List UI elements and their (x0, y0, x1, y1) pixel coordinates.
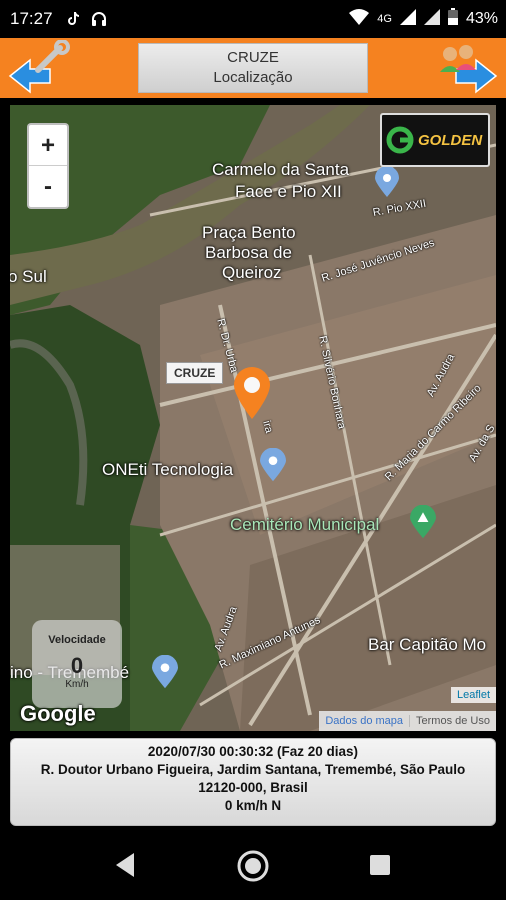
speed-value: 0 (70, 653, 84, 678)
signal-icon-2 (423, 8, 440, 30)
google-logo: Google (20, 701, 96, 726)
settings-back-button[interactable] (4, 39, 74, 96)
network-type: 4G (377, 13, 392, 25)
users-forward-icon (440, 45, 498, 94)
status-time: 17:27 (10, 9, 53, 28)
status-right: 4G 43% (349, 0, 498, 38)
label-cemiterio: Cemitério Municipal (230, 515, 380, 534)
screen-title: Localização (213, 69, 293, 86)
android-nav-bar (0, 834, 506, 900)
speed-unit: Km/h (65, 679, 89, 690)
golden-logo: GOLDEN (380, 113, 490, 167)
info-address-line2: 12120-000, Brasil (198, 780, 308, 795)
wifi-icon (349, 8, 370, 30)
location-info-panel: 2020/07/30 00:30:32 (Faz 20 dias) R. Dou… (10, 738, 496, 826)
speed-gauge: Velocidade 0 Km/h (32, 620, 122, 708)
label-p-sul: o Sul (10, 267, 47, 286)
info-address-line1: R. Doutor Urbano Figueira, Jardim Santan… (40, 762, 466, 777)
app-header: CRUZE Localização (0, 38, 506, 98)
vehicle-tag[interactable]: CRUZE (166, 362, 224, 384)
cemetery-marker-icon[interactable] (410, 505, 436, 539)
speed-label: Velocidade (48, 634, 106, 646)
leaflet-link[interactable]: Leaflet (450, 687, 496, 703)
place-marker-icon[interactable] (375, 167, 399, 197)
map-data-link[interactable]: Dados do mapa (319, 715, 409, 727)
headset-icon (91, 11, 107, 27)
title-box: CRUZE Localização (138, 43, 368, 93)
place-marker-icon[interactable] (260, 448, 286, 482)
zoom-in-button[interactable]: + (29, 125, 67, 166)
info-speed-heading: 0 km/h N (224, 798, 282, 813)
label-praca-1: Praça Bento (202, 223, 296, 242)
zoom-out-button[interactable]: - (29, 166, 67, 207)
battery-icon (447, 8, 458, 30)
tiktok-icon (67, 11, 81, 27)
battery-percent: 43% (465, 10, 498, 27)
map-attribution: Dados do mapa Termos de Uso (319, 711, 496, 731)
home-circle-icon[interactable] (236, 849, 270, 883)
recents-square-icon[interactable] (368, 853, 392, 877)
label-praca-2: Barbosa de (205, 243, 292, 262)
zoom-control: + - (27, 123, 69, 209)
terms-link[interactable]: Termos de Uso (409, 715, 496, 727)
golden-logo-text: GOLDEN (418, 132, 483, 149)
status-bar: 17:27 4G 43% (0, 0, 506, 38)
place-marker-icon[interactable] (152, 655, 178, 689)
users-forward-button[interactable] (432, 40, 502, 96)
vehicle-location-pin-icon[interactable] (232, 367, 272, 419)
info-datetime: 2020/07/30 00:30:32 (Faz 20 dias) (147, 744, 359, 759)
label-praca-3: Queiroz (222, 263, 282, 282)
label-carmelo-2: Face e Pio XII (235, 182, 342, 201)
wrench-back-icon (8, 39, 70, 94)
app-screen: 17:27 4G 43% CRUZE Localização Carmelo d… (0, 0, 506, 900)
signal-icon (399, 8, 416, 30)
back-triangle-icon[interactable] (112, 850, 138, 880)
label-oneti: ONEti Tecnologia (102, 460, 234, 479)
map-view[interactable]: Carmelo da Santa Face e Pio XII Praça Be… (10, 105, 496, 731)
vehicle-name: CRUZE (227, 49, 279, 66)
label-bar: Bar Capitão Mo (368, 635, 487, 654)
label-carmelo-1: Carmelo da Santa (212, 160, 350, 179)
